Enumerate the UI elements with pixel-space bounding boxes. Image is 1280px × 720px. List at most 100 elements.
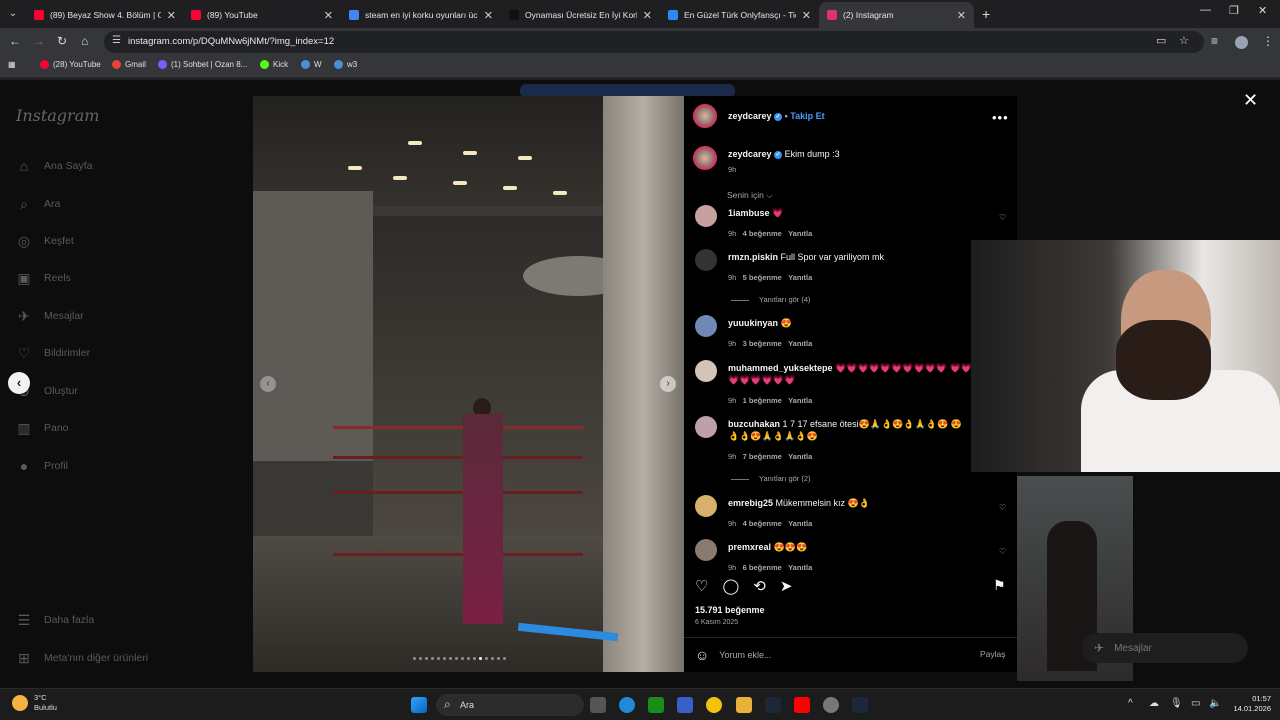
more-options-icon[interactable]: ••• — [992, 110, 1009, 125]
xbox-icon[interactable] — [648, 697, 664, 713]
caption-username[interactable]: zeydcarey — [728, 149, 772, 159]
commenter-avatar[interactable] — [695, 416, 717, 438]
browser-tab[interactable]: steam en iyi korku oyunları ücre ✕ — [341, 2, 501, 28]
close-tab-icon[interactable]: ✕ — [167, 9, 176, 22]
comment-input[interactable]: Yorum ekle... — [719, 650, 771, 660]
media-controls-icon[interactable]: ≡ — [1211, 34, 1218, 48]
view-replies-button[interactable]: Yanıtları gör (2) — [731, 474, 811, 483]
profile-avatar[interactable] — [1235, 36, 1248, 49]
restore-button[interactable]: ❐ — [1229, 4, 1239, 17]
comment-like-icon[interactable]: ♡ — [999, 547, 1006, 556]
cloud-icon[interactable]: ☁ — [1149, 698, 1159, 709]
browser-tab[interactable]: (2) Instagram ✕ — [819, 2, 974, 28]
browser-tab[interactable]: Oynaması Ücretsiz En İyi Korku ✕ — [501, 2, 660, 28]
comment-likes[interactable]: 3 beğenme — [743, 339, 782, 348]
sidebar-item[interactable]: ⌕ Ara — [16, 196, 60, 212]
save-icon[interactable]: ⚑ — [993, 577, 1006, 594]
author-username[interactable]: zeydcarey — [728, 111, 772, 121]
mic-icon[interactable]: 🎙 — [1170, 698, 1183, 709]
reply-button[interactable]: Yanıtla — [788, 452, 812, 461]
browser-tab[interactable]: (89) Beyaz Show 4. Bölüm | Cem ✕ — [26, 2, 184, 28]
reply-button[interactable]: Yanıtla — [788, 273, 812, 282]
commenter-avatar[interactable] — [695, 360, 717, 382]
steam-icon[interactable] — [765, 697, 781, 713]
site-info-icon[interactable]: ☰ — [112, 35, 121, 46]
comment-likes[interactable]: 7 beğenme — [743, 452, 782, 461]
caption-avatar[interactable] — [693, 146, 717, 170]
bookmark-item[interactable]: W — [301, 60, 322, 69]
reply-button[interactable]: Yanıtla — [788, 396, 812, 405]
bookmark-item[interactable]: (28) YouTube — [40, 60, 101, 69]
home-button[interactable]: ⌂ — [81, 34, 88, 48]
author-avatar[interactable] — [693, 104, 717, 128]
bookmark-item[interactable]: (1) Sohbet | Ozan 8... — [158, 60, 247, 69]
close-tab-icon[interactable]: ✕ — [957, 9, 966, 22]
close-tab-icon[interactable]: ✕ — [324, 9, 333, 22]
messages-pill[interactable]: ✈ Mesajlar — [1082, 633, 1248, 663]
meta-products-item[interactable]: ⊞ Meta'nın diğer ürünleri — [16, 650, 148, 666]
repost-icon[interactable]: ⟲ — [753, 577, 766, 595]
emoji-icon[interactable]: ☺ — [695, 647, 709, 663]
commenter-avatar[interactable] — [695, 495, 717, 517]
start-icon[interactable] — [411, 697, 427, 713]
back-button[interactable]: ← — [9, 34, 21, 48]
youtube-icon[interactable] — [794, 697, 810, 713]
tray-chevron-icon[interactable]: ^ — [1128, 698, 1133, 709]
previous-post-button[interactable]: ‹ — [8, 372, 30, 394]
comment-likes[interactable]: 4 beğenme — [743, 229, 782, 238]
reply-button[interactable]: Yanıtla — [788, 563, 812, 572]
comment-username[interactable]: premxreal — [728, 542, 771, 552]
close-tab-icon[interactable]: ✕ — [802, 9, 811, 22]
chrome-icon[interactable] — [706, 697, 722, 713]
reply-button[interactable]: Yanıtla — [788, 229, 812, 238]
tab-search-button[interactable]: ⌄ — [4, 5, 22, 23]
sidebar-item[interactable]: ♡ Bildirimler — [16, 345, 90, 361]
network-icon[interactable]: ▭ — [1191, 698, 1200, 709]
bookmark-item[interactable]: w3 — [334, 60, 357, 69]
comment-likes[interactable]: 1 beğenme — [743, 396, 782, 405]
taskbar-search[interactable]: Ara — [436, 694, 584, 716]
sidebar-item[interactable]: ⌂ Ana Sayfa — [16, 158, 93, 174]
comment-username[interactable]: buzcuhakan — [728, 419, 780, 429]
bookmark-item[interactable]: Kick — [260, 60, 288, 69]
browser-tab[interactable]: (89) YouTube ✕ — [183, 2, 341, 28]
browser-menu-icon[interactable]: ⋮ — [1262, 34, 1274, 48]
comment-likes[interactable]: 6 beğenme — [743, 563, 782, 572]
comment-filter[interactable]: Senin için ⌵ — [727, 190, 773, 201]
comment-username[interactable]: emrebig25 — [728, 498, 773, 508]
commenter-avatar[interactable] — [695, 205, 717, 227]
sidebar-item[interactable]: ◎ Keşfet — [16, 233, 74, 249]
close-modal-button[interactable]: ✕ — [1243, 90, 1258, 111]
volume-icon[interactable]: 🔈 — [1209, 698, 1221, 709]
commenter-avatar[interactable] — [695, 539, 717, 561]
task-view-icon[interactable] — [590, 697, 606, 713]
sidebar-item[interactable]: ▥ Pano — [16, 420, 68, 436]
carousel-prev-button[interactable]: ‹ — [260, 376, 276, 392]
app-icon[interactable] — [677, 697, 693, 713]
clock[interactable]: 01:57 14.01.2026 — [1227, 694, 1271, 714]
comment-icon[interactable]: ◯ — [722, 577, 739, 595]
sidebar-item[interactable]: ● Profil — [16, 458, 68, 474]
apps-grid-icon[interactable]: ▦ — [8, 60, 16, 69]
close-tab-icon[interactable]: ✕ — [484, 9, 493, 22]
more-menu-item[interactable]: ☰ Daha fazla — [16, 612, 94, 628]
comment-like-icon[interactable]: ♡ — [999, 503, 1006, 512]
bookmark-item[interactable]: Gmail — [112, 60, 146, 69]
post-comment-button[interactable]: Paylaş — [980, 649, 1006, 659]
comment-username[interactable]: rmzn.piskin — [728, 252, 778, 262]
edge-icon[interactable] — [619, 697, 635, 713]
reply-button[interactable]: Yanıtla — [788, 519, 812, 528]
bookmark-star-icon[interactable]: ☆ — [1179, 34, 1189, 47]
post-photo[interactable]: ‹ › — [253, 96, 684, 672]
like-count[interactable]: 15.791 beğenme — [695, 605, 765, 615]
reply-button[interactable]: Yanıtla — [788, 339, 812, 348]
follow-button[interactable]: Takip Et — [790, 111, 824, 121]
commenter-avatar[interactable] — [695, 315, 717, 337]
forward-button[interactable]: → — [33, 34, 45, 48]
sidebar-item[interactable]: ✈ Mesajlar — [16, 308, 84, 324]
view-replies-button[interactable]: Yanıtları gör (4) — [731, 295, 811, 304]
reload-button[interactable]: ↻ — [57, 34, 67, 48]
instagram-logo[interactable]: Instagram — [16, 106, 99, 125]
comment-like-icon[interactable]: ♡ — [999, 213, 1006, 222]
address-bar[interactable]: ☰ instagram.com/p/DQuMNw6jNMt/?img_index… — [104, 31, 1204, 53]
